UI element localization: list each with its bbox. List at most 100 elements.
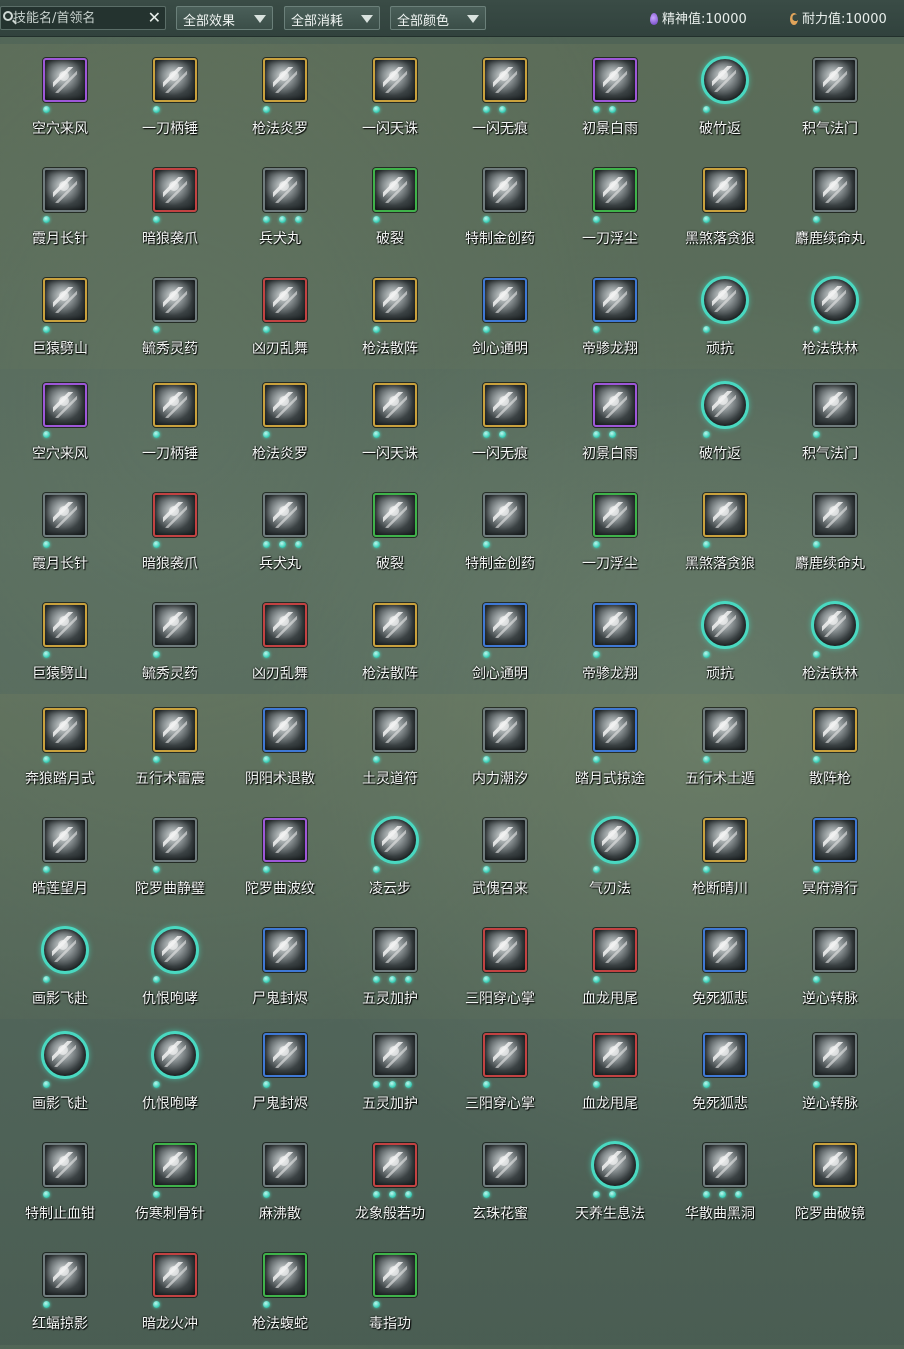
skill-icon[interactable]	[373, 58, 417, 102]
skill-icon[interactable]	[703, 168, 747, 212]
skill-icon[interactable]	[703, 1033, 747, 1077]
skill-icon[interactable]	[153, 603, 197, 647]
skill-card[interactable]: 伤寒刺骨针	[115, 1129, 225, 1239]
skill-card[interactable]: 逆心转脉	[775, 914, 885, 1024]
skill-card[interactable]: 暗狼袭爪	[115, 479, 225, 589]
skill-icon[interactable]	[43, 603, 87, 647]
skill-icon[interactable]	[263, 708, 307, 752]
skill-icon[interactable]	[373, 168, 417, 212]
skill-card[interactable]: 一闪无痕	[445, 44, 555, 154]
skill-card[interactable]: 剑心通明	[445, 589, 555, 699]
skill-icon[interactable]	[153, 1143, 197, 1187]
skill-icon[interactable]	[593, 58, 637, 102]
skill-card[interactable]: 破竹返	[665, 369, 775, 479]
skill-card[interactable]: 五行术土遁	[665, 694, 775, 804]
skill-icon[interactable]	[43, 278, 87, 322]
skill-card[interactable]: 凌云步	[335, 804, 445, 914]
skill-card[interactable]: 五灵加护	[335, 914, 445, 1024]
skill-icon[interactable]	[43, 1143, 87, 1187]
skill-icon[interactable]	[593, 168, 637, 212]
skill-card[interactable]: 一闪无痕	[445, 369, 555, 479]
skill-card[interactable]: 三阳穿心掌	[445, 1019, 555, 1129]
skill-icon[interactable]	[593, 278, 637, 322]
skill-card[interactable]: 麻沸散	[225, 1129, 335, 1239]
skill-icon[interactable]	[593, 493, 637, 537]
skill-card[interactable]: 一刀浮尘	[555, 154, 665, 264]
skill-icon[interactable]	[41, 1031, 89, 1079]
skill-icon[interactable]	[593, 383, 637, 427]
skill-icon[interactable]	[483, 58, 527, 102]
skill-icon[interactable]	[483, 278, 527, 322]
skill-card[interactable]: 枪法蝮蛇	[225, 1239, 335, 1349]
skill-icon[interactable]	[153, 383, 197, 427]
skill-icon[interactable]	[703, 708, 747, 752]
skill-card[interactable]: 顽抗	[665, 264, 775, 374]
skill-icon[interactable]	[373, 1033, 417, 1077]
skill-icon[interactable]	[703, 493, 747, 537]
skill-icon[interactable]	[43, 58, 87, 102]
skill-card[interactable]: 特制止血钳	[5, 1129, 115, 1239]
skill-icon[interactable]	[371, 816, 419, 864]
skill-icon[interactable]	[483, 603, 527, 647]
skill-icon[interactable]	[263, 1143, 307, 1187]
skill-card[interactable]: 初景白雨	[555, 369, 665, 479]
skill-icon[interactable]	[593, 603, 637, 647]
skill-icon[interactable]	[153, 278, 197, 322]
skill-card[interactable]: 陀罗曲破镜	[775, 1129, 885, 1239]
skill-icon[interactable]	[813, 58, 857, 102]
skill-card[interactable]: 兵犬丸	[225, 479, 335, 589]
skill-icon[interactable]	[811, 276, 859, 324]
skill-icon[interactable]	[811, 601, 859, 649]
skill-icon[interactable]	[483, 1143, 527, 1187]
skill-icon[interactable]	[373, 603, 417, 647]
skill-icon[interactable]	[813, 1033, 857, 1077]
skill-card[interactable]: 三阳穿心掌	[445, 914, 555, 1024]
skill-icon[interactable]	[43, 1253, 87, 1297]
skill-icon[interactable]	[703, 1143, 747, 1187]
skill-icon[interactable]	[813, 1143, 857, 1187]
skill-card[interactable]: 内力潮汐	[445, 694, 555, 804]
skill-card[interactable]: 仇恨咆哮	[115, 1019, 225, 1129]
skill-icon[interactable]	[593, 928, 637, 972]
skill-icon[interactable]	[591, 1141, 639, 1189]
skill-icon[interactable]	[373, 383, 417, 427]
skill-card[interactable]: 一刀浮尘	[555, 479, 665, 589]
skill-card[interactable]: 阴阳术退散	[225, 694, 335, 804]
skill-icon[interactable]	[373, 708, 417, 752]
skill-card[interactable]: 破裂	[335, 154, 445, 264]
skill-icon[interactable]	[151, 1031, 199, 1079]
skill-icon[interactable]	[153, 708, 197, 752]
skill-card[interactable]: 麝鹿续命丸	[775, 154, 885, 264]
skill-card[interactable]: 巨猿劈山	[5, 589, 115, 699]
skill-card[interactable]: 枪法炎罗	[225, 369, 335, 479]
skill-icon[interactable]	[813, 708, 857, 752]
skill-icon[interactable]	[373, 493, 417, 537]
skill-card[interactable]: 霞月长针	[5, 479, 115, 589]
skill-card[interactable]: 红蝠掠影	[5, 1239, 115, 1349]
skill-icon[interactable]	[483, 928, 527, 972]
skill-card[interactable]: 一闪天诛	[335, 369, 445, 479]
skill-icon[interactable]	[263, 493, 307, 537]
skill-icon[interactable]	[263, 1253, 307, 1297]
skill-icon[interactable]	[373, 1253, 417, 1297]
skill-card[interactable]: 仇恨咆哮	[115, 914, 225, 1024]
skill-card[interactable]: 暗龙火冲	[115, 1239, 225, 1349]
skill-card[interactable]: 毓秀灵药	[115, 589, 225, 699]
skill-card[interactable]: 暗狼袭爪	[115, 154, 225, 264]
skill-icon[interactable]	[593, 1033, 637, 1077]
skill-card[interactable]: 免死狐悲	[665, 914, 775, 1024]
skill-card[interactable]: 龙象般若功	[335, 1129, 445, 1239]
skill-card[interactable]: 特制金创药	[445, 479, 555, 589]
skill-card[interactable]: 特制金创药	[445, 154, 555, 264]
skill-card[interactable]: 逆心转脉	[775, 1019, 885, 1129]
skill-icon[interactable]	[813, 818, 857, 862]
skill-icon[interactable]	[483, 383, 527, 427]
skill-icon[interactable]	[813, 168, 857, 212]
skill-icon[interactable]	[153, 1253, 197, 1297]
skill-card[interactable]: 陀罗曲静璧	[115, 804, 225, 914]
skill-card[interactable]: 天养生息法	[555, 1129, 665, 1239]
skill-card[interactable]: 破竹返	[665, 44, 775, 154]
skill-icon[interactable]	[263, 603, 307, 647]
skill-card[interactable]: 枪法炎罗	[225, 44, 335, 154]
skill-card[interactable]: 枪法散阵	[335, 264, 445, 374]
